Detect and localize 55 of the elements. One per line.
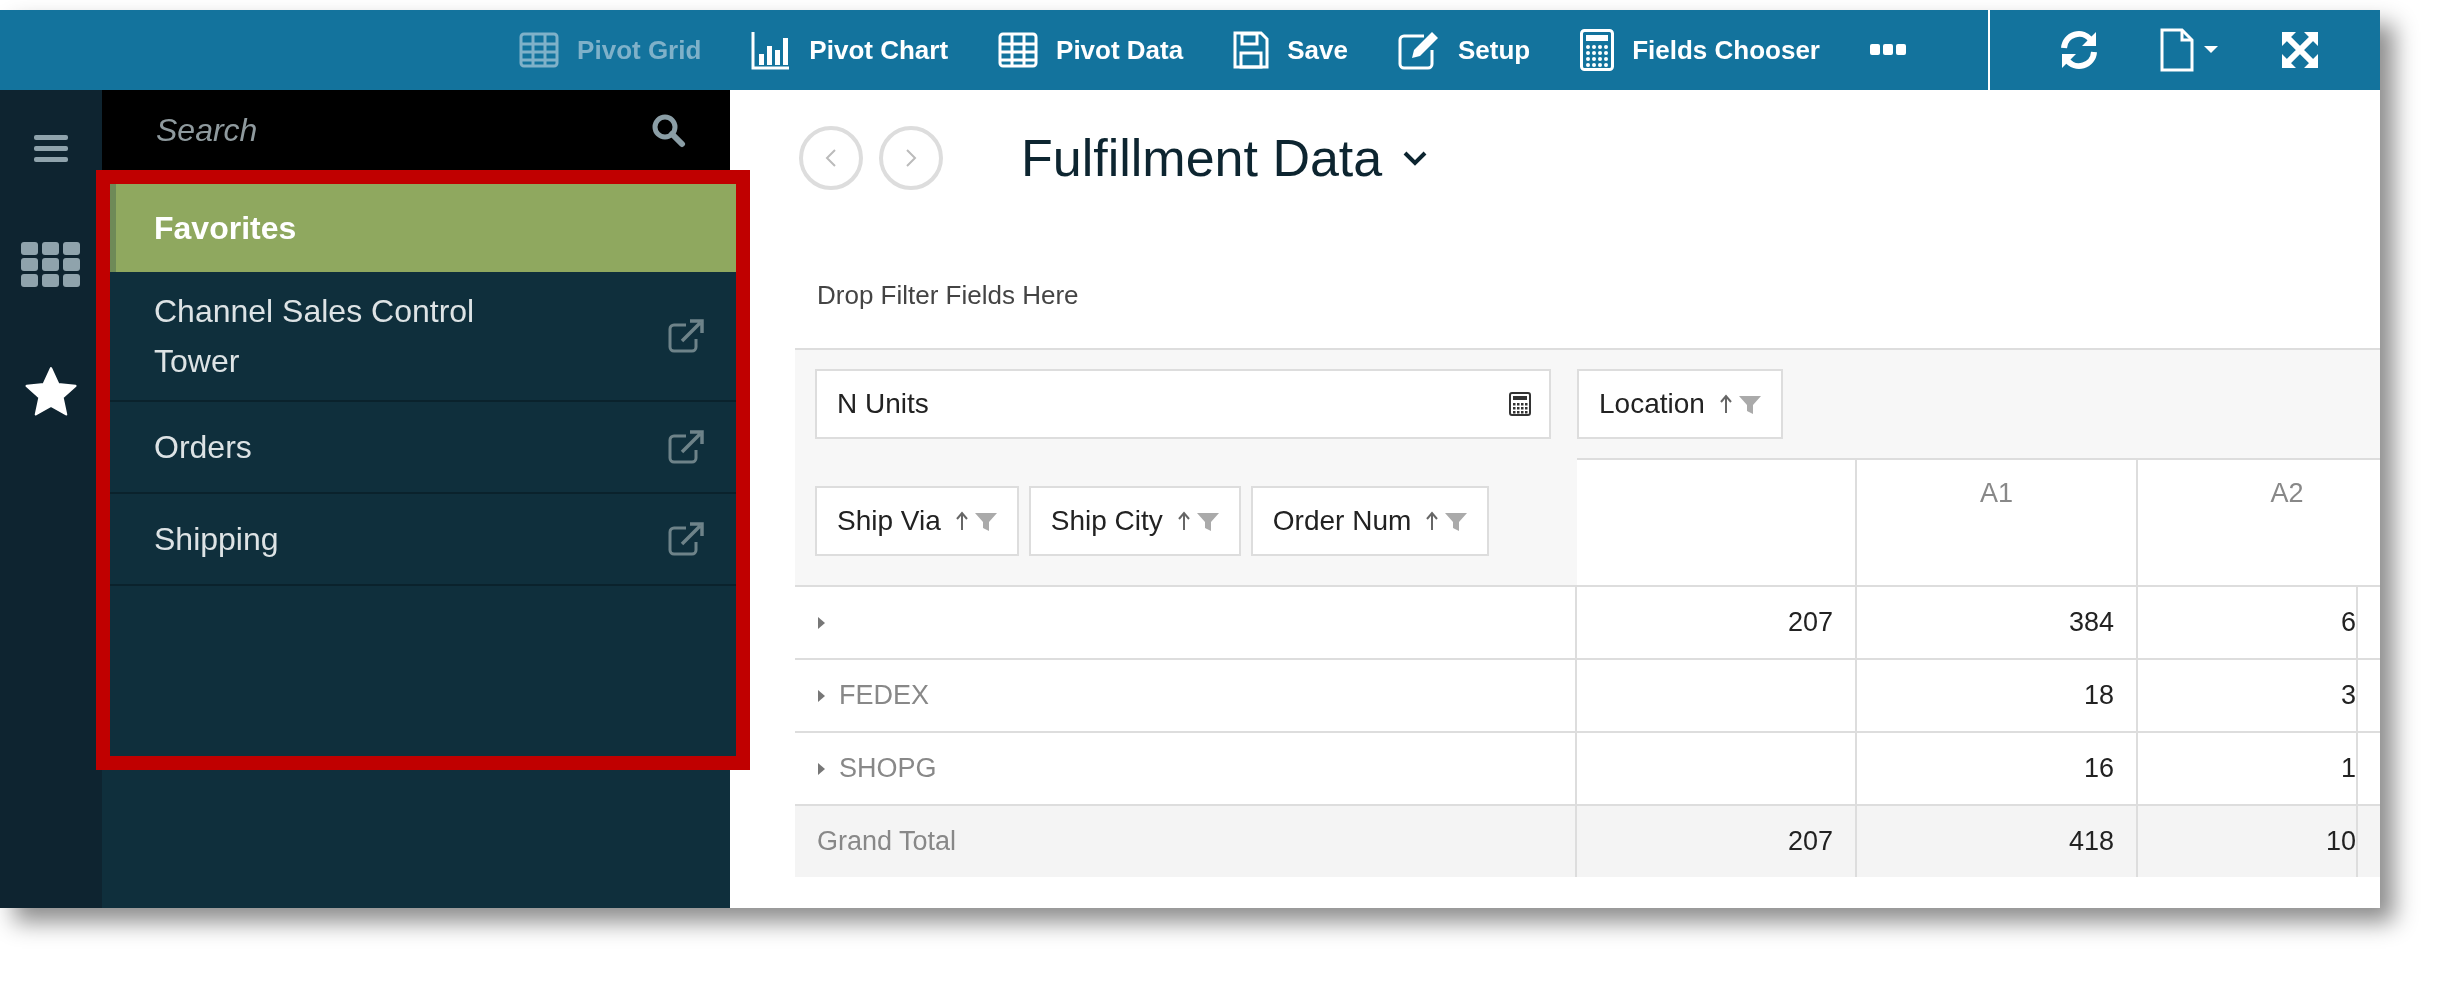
- sort-filter-icon[interactable]: [954, 509, 999, 532]
- edit-icon: [1397, 30, 1440, 70]
- apps-button[interactable]: [21, 242, 81, 288]
- calculator-icon: [1580, 29, 1615, 71]
- toolbar-button[interactable]: Fields Chooser: [1568, 29, 1832, 71]
- row-field-chip[interactable]: Ship City: [1028, 485, 1241, 556]
- search-field[interactable]: Search: [154, 110, 650, 150]
- table-icon: [519, 32, 560, 68]
- table-cell: 6: [2138, 587, 2358, 658]
- expand-arrow-icon[interactable]: [817, 614, 827, 631]
- fullscreen-button[interactable]: [2280, 30, 2320, 70]
- bar-chart-icon: [751, 30, 792, 70]
- column-header: A2: [2138, 460, 2380, 585]
- favorite-item[interactable]: Channel Sales Control Tower: [110, 272, 736, 402]
- toolbar-button[interactable]: Pivot Chart: [739, 30, 961, 70]
- external-link-icon[interactable]: [668, 522, 704, 556]
- expand-arrow-icon[interactable]: [817, 760, 827, 777]
- menu-button[interactable]: [34, 134, 68, 164]
- column-field-chip[interactable]: Location: [1577, 369, 1783, 439]
- sort-filter-icon[interactable]: [1718, 393, 1763, 415]
- toolbar-button[interactable]: Pivot Data: [986, 32, 1196, 68]
- favorite-item[interactable]: Orders: [110, 402, 736, 494]
- row-field-chip[interactable]: Ship Via: [815, 485, 1019, 556]
- data-field-chip[interactable]: N Units: [815, 369, 1551, 439]
- column-header: A1: [1857, 460, 2138, 585]
- table-cell: 207: [1577, 806, 1857, 877]
- table-cell: 18: [1857, 660, 2138, 731]
- calculator-icon[interactable]: [1509, 392, 1531, 416]
- favorites-button[interactable]: [23, 366, 79, 418]
- table-cell: 418: [1857, 806, 2138, 877]
- row-label: SHOPG: [839, 753, 937, 784]
- refresh-button[interactable]: [2058, 30, 2100, 70]
- search-bar[interactable]: Search: [102, 90, 730, 170]
- table-icon: [998, 32, 1039, 68]
- row-label: Grand Total: [817, 826, 957, 857]
- filter-drop-zone[interactable]: Drop Filter Fields Here: [795, 266, 2380, 324]
- search-icon[interactable]: [650, 112, 686, 148]
- document-dropdown-button[interactable]: [2160, 28, 2220, 72]
- sort-filter-icon[interactable]: [1425, 509, 1470, 532]
- table-cell: 10: [2138, 806, 2358, 877]
- expand-arrow-icon[interactable]: [817, 687, 827, 704]
- chevron-down-icon: [1402, 150, 1429, 166]
- favorite-item[interactable]: Shipping: [110, 494, 736, 586]
- external-link-icon[interactable]: [668, 319, 704, 353]
- table-cell: 384: [1857, 587, 2138, 658]
- row-field-chip[interactable]: Order Num: [1250, 485, 1490, 556]
- favorites-header: Favorites: [110, 184, 736, 272]
- table-cell: 207: [1577, 587, 1857, 658]
- toolbar-button[interactable]: Setup: [1385, 30, 1543, 70]
- external-link-icon[interactable]: [668, 430, 704, 464]
- toolbar-button[interactable]: Save: [1221, 31, 1360, 69]
- report-title-dropdown[interactable]: Fulfillment Data: [1021, 128, 1429, 188]
- table-cell: 3: [2138, 660, 2358, 731]
- row-label: FEDEX: [839, 680, 930, 711]
- sort-filter-icon[interactable]: [1176, 509, 1221, 532]
